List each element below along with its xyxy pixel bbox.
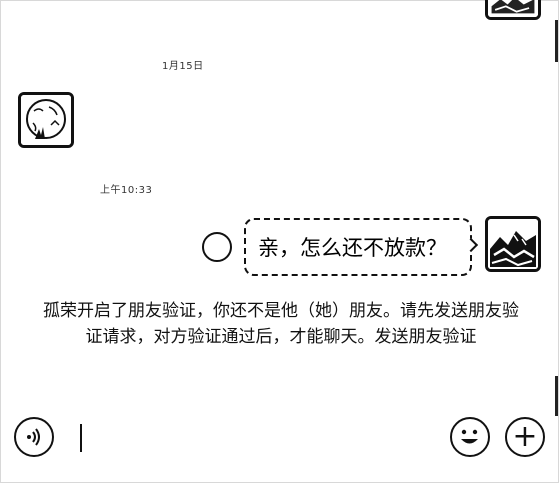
avatar-image-icon (488, 0, 538, 17)
scrollbar-thumb-top[interactable] (555, 20, 558, 62)
plus-icon: + (512, 419, 538, 454)
message-bubble-outgoing[interactable]: 亲，怎么还不放款？ (244, 218, 472, 276)
message-timestamp: 上午10:33 (100, 185, 153, 196)
emoji-icon (461, 429, 478, 444)
friend-verification-notice[interactable]: 孤荣开启了朋友验证，你还不是他（她）朋友。请先发送朋友验证请求，对方验证通过后，… (36, 298, 526, 350)
message-timestamp: 1月15日 (162, 61, 204, 72)
landscape-avatar-icon (488, 219, 538, 269)
voice-icon (27, 428, 40, 446)
emoji-button[interactable] (450, 417, 490, 457)
avatar-self-previous[interactable] (485, 0, 541, 20)
scrollbar[interactable] (554, 20, 558, 416)
moon-avatar-icon (21, 95, 71, 145)
more-actions-button[interactable]: + (505, 417, 545, 457)
avatar-contact[interactable] (18, 92, 74, 148)
avatar-self[interactable] (485, 216, 541, 272)
text-caret (80, 424, 82, 452)
message-text: 亲，怎么还不放款？ (258, 236, 447, 260)
message-input[interactable] (70, 417, 430, 457)
voice-button[interactable] (14, 417, 54, 457)
sending-status-icon[interactable] (202, 232, 232, 262)
